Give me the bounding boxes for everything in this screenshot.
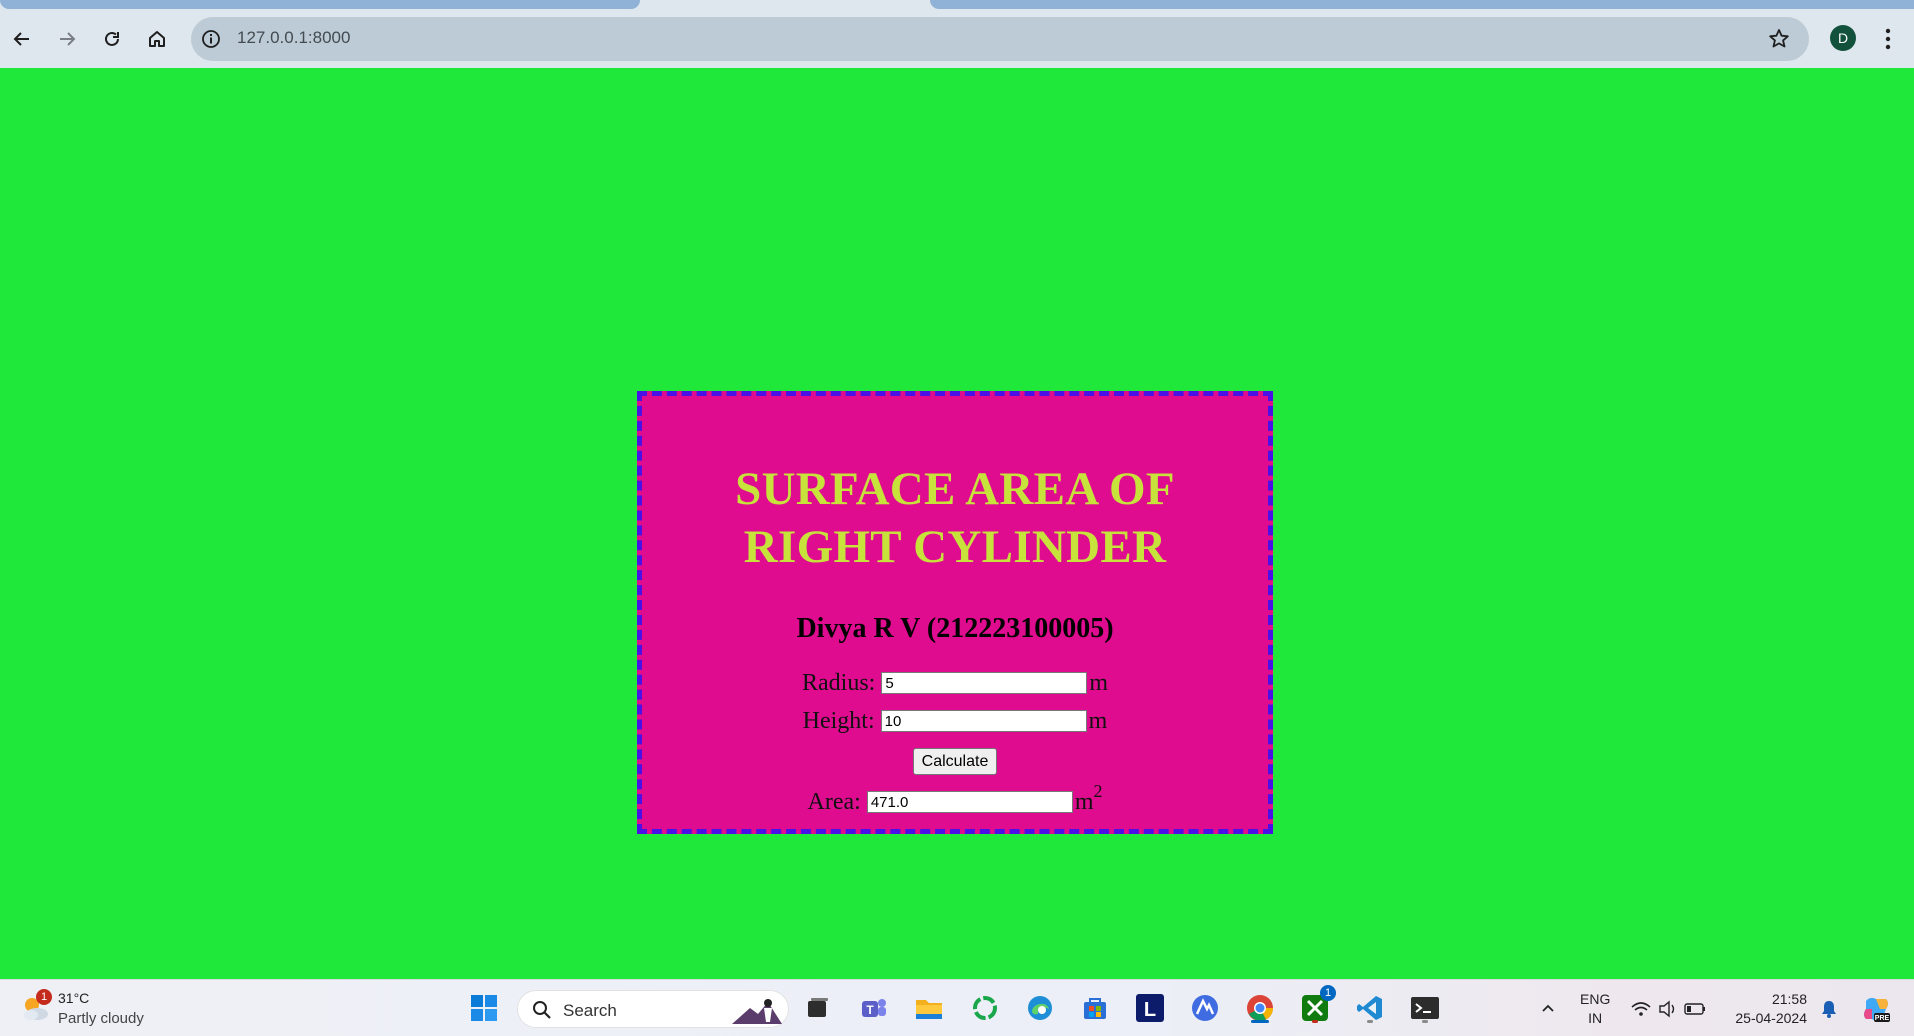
notification-bell-icon[interactable] [1818, 998, 1840, 1020]
windows-start-icon[interactable] [467, 991, 501, 1025]
vscode-icon[interactable] [1353, 991, 1387, 1025]
volume-icon [1659, 1000, 1675, 1018]
radius-unit: m [1089, 670, 1108, 696]
area-unit-base: m [1074, 789, 1094, 815]
vpn-app-icon[interactable] [1188, 991, 1222, 1025]
info-icon[interactable] [201, 29, 221, 49]
page-viewport: SURFACE AREA OF RIGHT CYLINDER Divya R V… [0, 68, 1914, 979]
running-indicator [1422, 1020, 1428, 1023]
active-indicator [1251, 1020, 1269, 1023]
arrow-right-icon[interactable] [52, 24, 82, 54]
clock[interactable]: 21:58 25-04-2024 [1735, 990, 1807, 1028]
task-view-icon[interactable] [801, 991, 835, 1025]
l-app-icon[interactable]: L [1133, 991, 1167, 1025]
calculator-card: SURFACE AREA OF RIGHT CYLINDER Divya R V… [637, 391, 1273, 834]
clock-date: 25-04-2024 [1735, 1010, 1807, 1026]
arrow-left-icon[interactable] [7, 24, 37, 54]
teams-icon[interactable]: T [857, 991, 891, 1025]
language-code: ENG [1580, 991, 1611, 1007]
area-output[interactable] [866, 791, 1073, 813]
height-input[interactable] [880, 710, 1087, 732]
profile-avatar[interactable]: D [1830, 25, 1856, 51]
search-icon [532, 1000, 552, 1020]
taskbar-search[interactable]: Search [517, 990, 789, 1028]
author-heading: Divya R V (212223100005) [796, 613, 1114, 644]
weather-description: Partly cloudy [58, 1010, 144, 1027]
svg-text:L: L [1144, 999, 1156, 1021]
height-row: Height: m [642, 706, 1268, 736]
chrome-icon[interactable] [1243, 991, 1277, 1025]
address-bar[interactable]: 127.0.0.1:8000 [191, 17, 1809, 61]
xbox-icon[interactable]: 1 [1298, 985, 1336, 1025]
language-region: IN [1588, 1010, 1603, 1026]
search-highlight-icon [728, 994, 784, 1026]
edge-icon[interactable] [1023, 991, 1057, 1025]
star-icon[interactable] [1767, 27, 1791, 51]
area-label: Area: [807, 789, 861, 815]
kebab-menu-icon[interactable] [1878, 25, 1898, 53]
title-line-1: SURFACE AREA OF [735, 463, 1175, 515]
clock-time: 21:58 [1771, 991, 1807, 1007]
button-row: Calculate [642, 748, 1268, 775]
copilot-icon[interactable]: PRE [1860, 993, 1892, 1025]
svg-text:T: T [866, 1003, 874, 1017]
reload-icon[interactable] [97, 24, 127, 54]
tab-strip [0, 0, 1914, 10]
height-label: Height: [802, 708, 875, 734]
browser-tab[interactable] [930, 0, 1914, 9]
language-indicator[interactable]: ENG IN [1580, 990, 1610, 1028]
title-line-2: RIGHT CYLINDER [743, 521, 1167, 573]
file-explorer-icon[interactable] [912, 991, 946, 1025]
running-indicator [1367, 1020, 1373, 1023]
search-label: Search [563, 1001, 617, 1020]
running-indicator [1312, 1020, 1318, 1023]
store-icon[interactable] [1078, 991, 1112, 1025]
height-unit: m [1088, 708, 1108, 734]
taskbar: 1 31°C Partly cloudy Search T L 1 ENG IN… [0, 979, 1914, 1036]
radius-row: Radius: m [642, 668, 1268, 698]
area-unit-exponent: 2 [1093, 781, 1103, 801]
xbox-badge: 1 [1320, 985, 1336, 1001]
battery-icon [1684, 1003, 1705, 1015]
page-title: SURFACE AREA OF RIGHT CYLINDER [642, 460, 1268, 576]
browser-toolbar: 127.0.0.1:8000 D [0, 10, 1914, 68]
svg-text:PRE: PRE [1875, 1015, 1890, 1022]
url-text[interactable]: 127.0.0.1:8000 [237, 28, 350, 48]
wifi-icon [1631, 1002, 1651, 1016]
home-icon[interactable] [142, 24, 172, 54]
system-tray[interactable] [1630, 998, 1710, 1020]
calculate-button[interactable]: Calculate [912, 748, 998, 775]
radius-label: Radius: [801, 670, 876, 696]
refresh-app-icon[interactable] [968, 991, 1002, 1025]
chevron-up-icon[interactable] [1538, 998, 1558, 1018]
browser-tab[interactable] [0, 0, 640, 9]
weather-temperature: 31°C [58, 990, 90, 1006]
area-row: Area: m2 [642, 782, 1268, 817]
radius-input[interactable] [881, 672, 1088, 694]
terminal-icon[interactable] [1408, 991, 1442, 1025]
weather-badge: 1 [36, 989, 52, 1005]
area-unit: m2 [1074, 782, 1103, 817]
